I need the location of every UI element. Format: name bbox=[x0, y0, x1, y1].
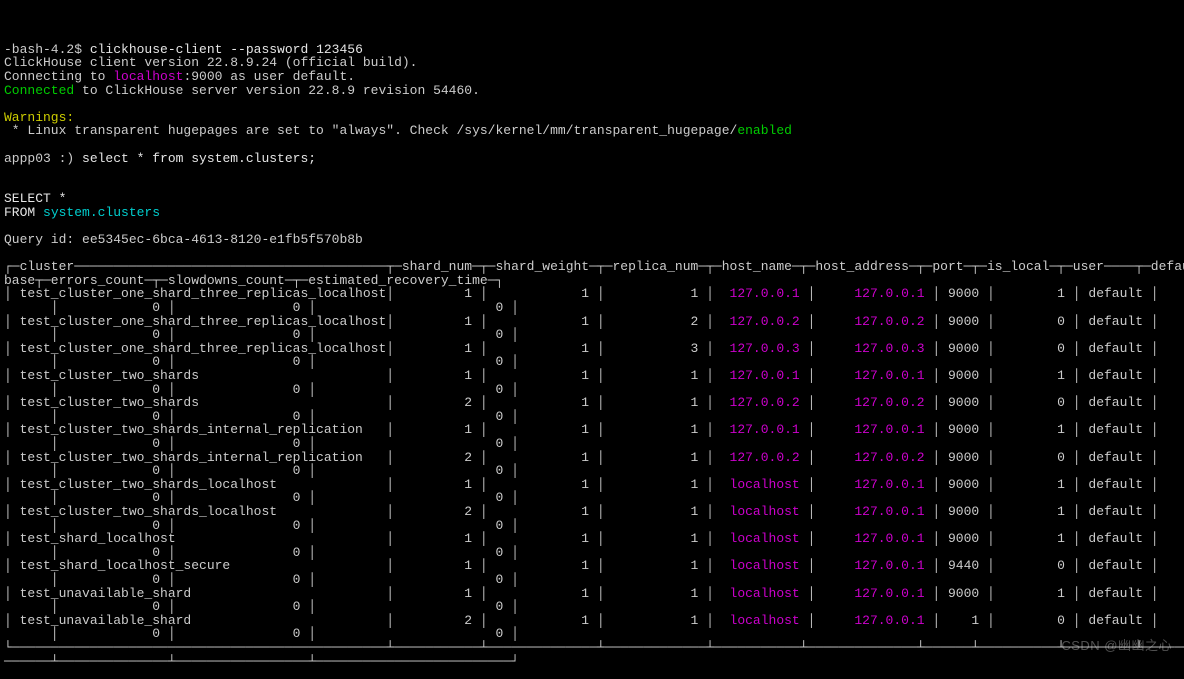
user-query[interactable]: appp03 :) select * from system.clusters; bbox=[4, 151, 316, 166]
query-id: Query id: ee5345ec-6bca-4613-8120-e1fb5f… bbox=[4, 232, 363, 247]
warnings-line: * Linux transparent hugepages are set to… bbox=[4, 123, 792, 138]
sql-echo: SELECT * FROM system.clusters bbox=[4, 191, 160, 220]
result-table: ┌─cluster───────────────────────────────… bbox=[4, 259, 1184, 668]
terminal-output: -bash-4.2$ clickhouse-client --password … bbox=[0, 27, 1184, 679]
connected-line: Connected to ClickHouse server version 2… bbox=[4, 83, 480, 98]
